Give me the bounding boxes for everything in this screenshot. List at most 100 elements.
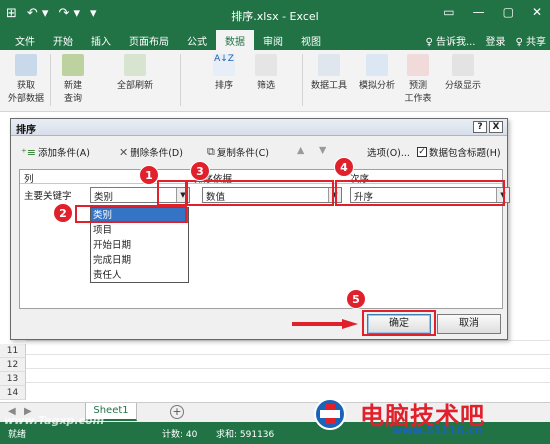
status-count: 计数: 40 <box>162 430 198 440</box>
sort-az-icon: A↓Z <box>213 54 235 76</box>
dialog-close-button[interactable]: X <box>489 121 503 133</box>
new-query-label: 新建 查询 <box>63 81 82 104</box>
step-badge-3: 3 <box>190 161 210 181</box>
ribbon-tabs: 文件 开始 插入 页面布局 公式 数据 审阅 视图 ♀ 告诉我... 登录 ♀ … <box>0 30 550 50</box>
copy-level-button[interactable]: ⧉ 复制条件(C) <box>207 145 269 159</box>
login-link[interactable]: 登录 <box>485 33 505 48</box>
ribbon-separator <box>180 54 181 106</box>
outline-label: 分级显示 <box>444 81 481 91</box>
funnel-icon <box>255 54 277 76</box>
dropdown-option[interactable]: 开始日期 <box>91 238 188 253</box>
tab-insert[interactable]: 插入 <box>82 30 120 50</box>
annotation-box-5 <box>362 310 436 336</box>
what-if-label: 模拟分析 <box>358 81 395 91</box>
window-controls: ▭ — ▢ ✕ <box>443 5 542 19</box>
annotation-box-2 <box>75 205 187 223</box>
cancel-button[interactable]: 取消 <box>437 314 501 334</box>
options-button[interactable]: 选项(O)... <box>367 145 410 159</box>
outline-icon <box>452 54 474 76</box>
tab-file[interactable]: 文件 <box>6 30 44 50</box>
status-sum: 求和: 591136 <box>216 430 275 440</box>
checkbox-checked-icon[interactable]: ✓ <box>417 147 427 157</box>
header-checkbox-row[interactable]: ✓ 数据包含标题(H) <box>417 145 501 159</box>
title-bar: ⊞ ↶ ▾ ↷ ▾ ▾ 排序.xlsx - Excel ▭ — ▢ ✕ <box>0 0 550 30</box>
column-select-value: 类别 <box>94 192 114 203</box>
row-header[interactable]: 12 <box>0 358 26 372</box>
column-header: 列 <box>24 174 34 185</box>
red-arrow-icon <box>292 319 358 329</box>
grid-line <box>26 340 550 341</box>
tab-formulas[interactable]: 公式 <box>178 30 216 50</box>
tab-view[interactable]: 视图 <box>292 30 330 50</box>
row-header[interactable]: 14 <box>0 386 26 400</box>
tell-me-search[interactable]: ♀ 告诉我... <box>425 33 475 48</box>
grid-line <box>26 368 550 369</box>
step-badge-5: 5 <box>346 289 366 309</box>
add-level-button[interactable]: ⁺≡ 添加条件(A) <box>21 145 90 160</box>
what-if-icon <box>366 54 388 76</box>
tab-data[interactable]: 数据 <box>216 30 254 50</box>
dialog-title: 排序 <box>16 125 36 136</box>
delete-level-button[interactable]: ✕ 删除条件(D) <box>119 145 183 160</box>
annotation-box-1 <box>157 180 187 206</box>
step-badge-2: 2 <box>53 203 73 223</box>
watermark-logo <box>314 398 346 430</box>
tab-review[interactable]: 审阅 <box>254 30 292 50</box>
get-external-data-button[interactable]: 获取 外部数据 <box>6 54 46 104</box>
move-up-button[interactable]: ▲ <box>297 145 304 156</box>
step-badge-4: 4 <box>334 157 354 177</box>
dialog-toolbar: ⁺≡ 添加条件(A) ✕ 删除条件(D) ⧉ 复制条件(C) ▲ ▼ 选项(O)… <box>19 143 503 163</box>
what-if-analysis-button[interactable]: 模拟分析 <box>354 54 400 91</box>
ribbon-separator <box>302 54 303 106</box>
sort-button[interactable]: A↓Z 排序 <box>210 54 238 91</box>
forecast-chart-icon <box>407 54 429 76</box>
delete-x-icon: ✕ <box>119 145 129 159</box>
minimize-icon[interactable]: — <box>473 5 485 19</box>
forecast-sheet-button[interactable]: 预测 工作表 <box>400 54 436 104</box>
dialog-title-bar: 排序 ? X <box>11 119 507 136</box>
refresh-all-label: 全部刷新 <box>116 81 153 91</box>
help-button[interactable]: ? <box>473 121 487 133</box>
add-level-label: 添加条件(A) <box>38 148 90 159</box>
tab-page-layout[interactable]: 页面布局 <box>120 30 178 50</box>
move-down-button[interactable]: ▼ <box>319 145 326 156</box>
watermark-site: www.51116.cn <box>392 424 483 437</box>
table-icon <box>62 54 84 76</box>
tab-home[interactable]: 开始 <box>44 30 82 50</box>
copy-level-label: 复制条件(C) <box>216 148 269 159</box>
data-tools-label: 数据工具 <box>310 81 347 91</box>
sort-dialog: 排序 ? X ⁺≡ 添加条件(A) ✕ 删除条件(D) ⧉ 复制条件(C) ▲ … <box>10 118 510 340</box>
primary-key-label: 主要关键字 <box>24 191 72 202</box>
outline-button[interactable]: 分级显示 <box>440 54 486 91</box>
step-badge-1: 1 <box>139 165 159 185</box>
data-tools-button[interactable]: 数据工具 <box>306 54 352 91</box>
grid-line <box>26 382 550 383</box>
forecast-sheet-label: 预测 工作表 <box>404 81 432 104</box>
add-icon: ⁺≡ <box>21 145 37 159</box>
refresh-all-button[interactable]: 全部刷新 <box>112 54 158 91</box>
dropdown-option[interactable]: 责任人 <box>91 268 188 283</box>
sort-label: 排序 <box>214 81 233 91</box>
share-button[interactable]: ♀ 共享 <box>515 33 546 48</box>
grid-line <box>26 354 550 355</box>
refresh-icon <box>124 54 146 76</box>
annotation-box-3 <box>186 180 334 206</box>
delete-level-label: 删除条件(D) <box>130 148 183 159</box>
ribbon: 获取 外部数据 新建 查询 全部刷新 A↓Z 排序 筛选 数据工具 模拟分析 预… <box>0 50 550 112</box>
data-tools-icon <box>318 54 340 76</box>
maximize-icon[interactable]: ▢ <box>503 5 514 19</box>
ribbon-display-icon[interactable]: ▭ <box>443 5 454 19</box>
dropdown-option[interactable]: 项目 <box>91 223 188 238</box>
new-query-button[interactable]: 新建 查询 <box>56 54 90 104</box>
row-header[interactable]: 13 <box>0 372 26 386</box>
status-mode: 就绪 <box>8 430 27 440</box>
filter-label: 筛选 <box>256 81 275 91</box>
row-header[interactable]: 11 <box>0 344 26 358</box>
ribbon-separator <box>50 54 51 106</box>
get-external-data-label: 获取 外部数据 <box>7 81 44 104</box>
filter-button[interactable]: 筛选 <box>252 54 280 91</box>
add-sheet-icon[interactable]: + <box>170 405 184 419</box>
dropdown-option[interactable]: 完成日期 <box>91 253 188 268</box>
close-window-icon[interactable]: ✕ <box>532 5 542 19</box>
watermark-left: www.Tagxp.com <box>4 414 105 427</box>
